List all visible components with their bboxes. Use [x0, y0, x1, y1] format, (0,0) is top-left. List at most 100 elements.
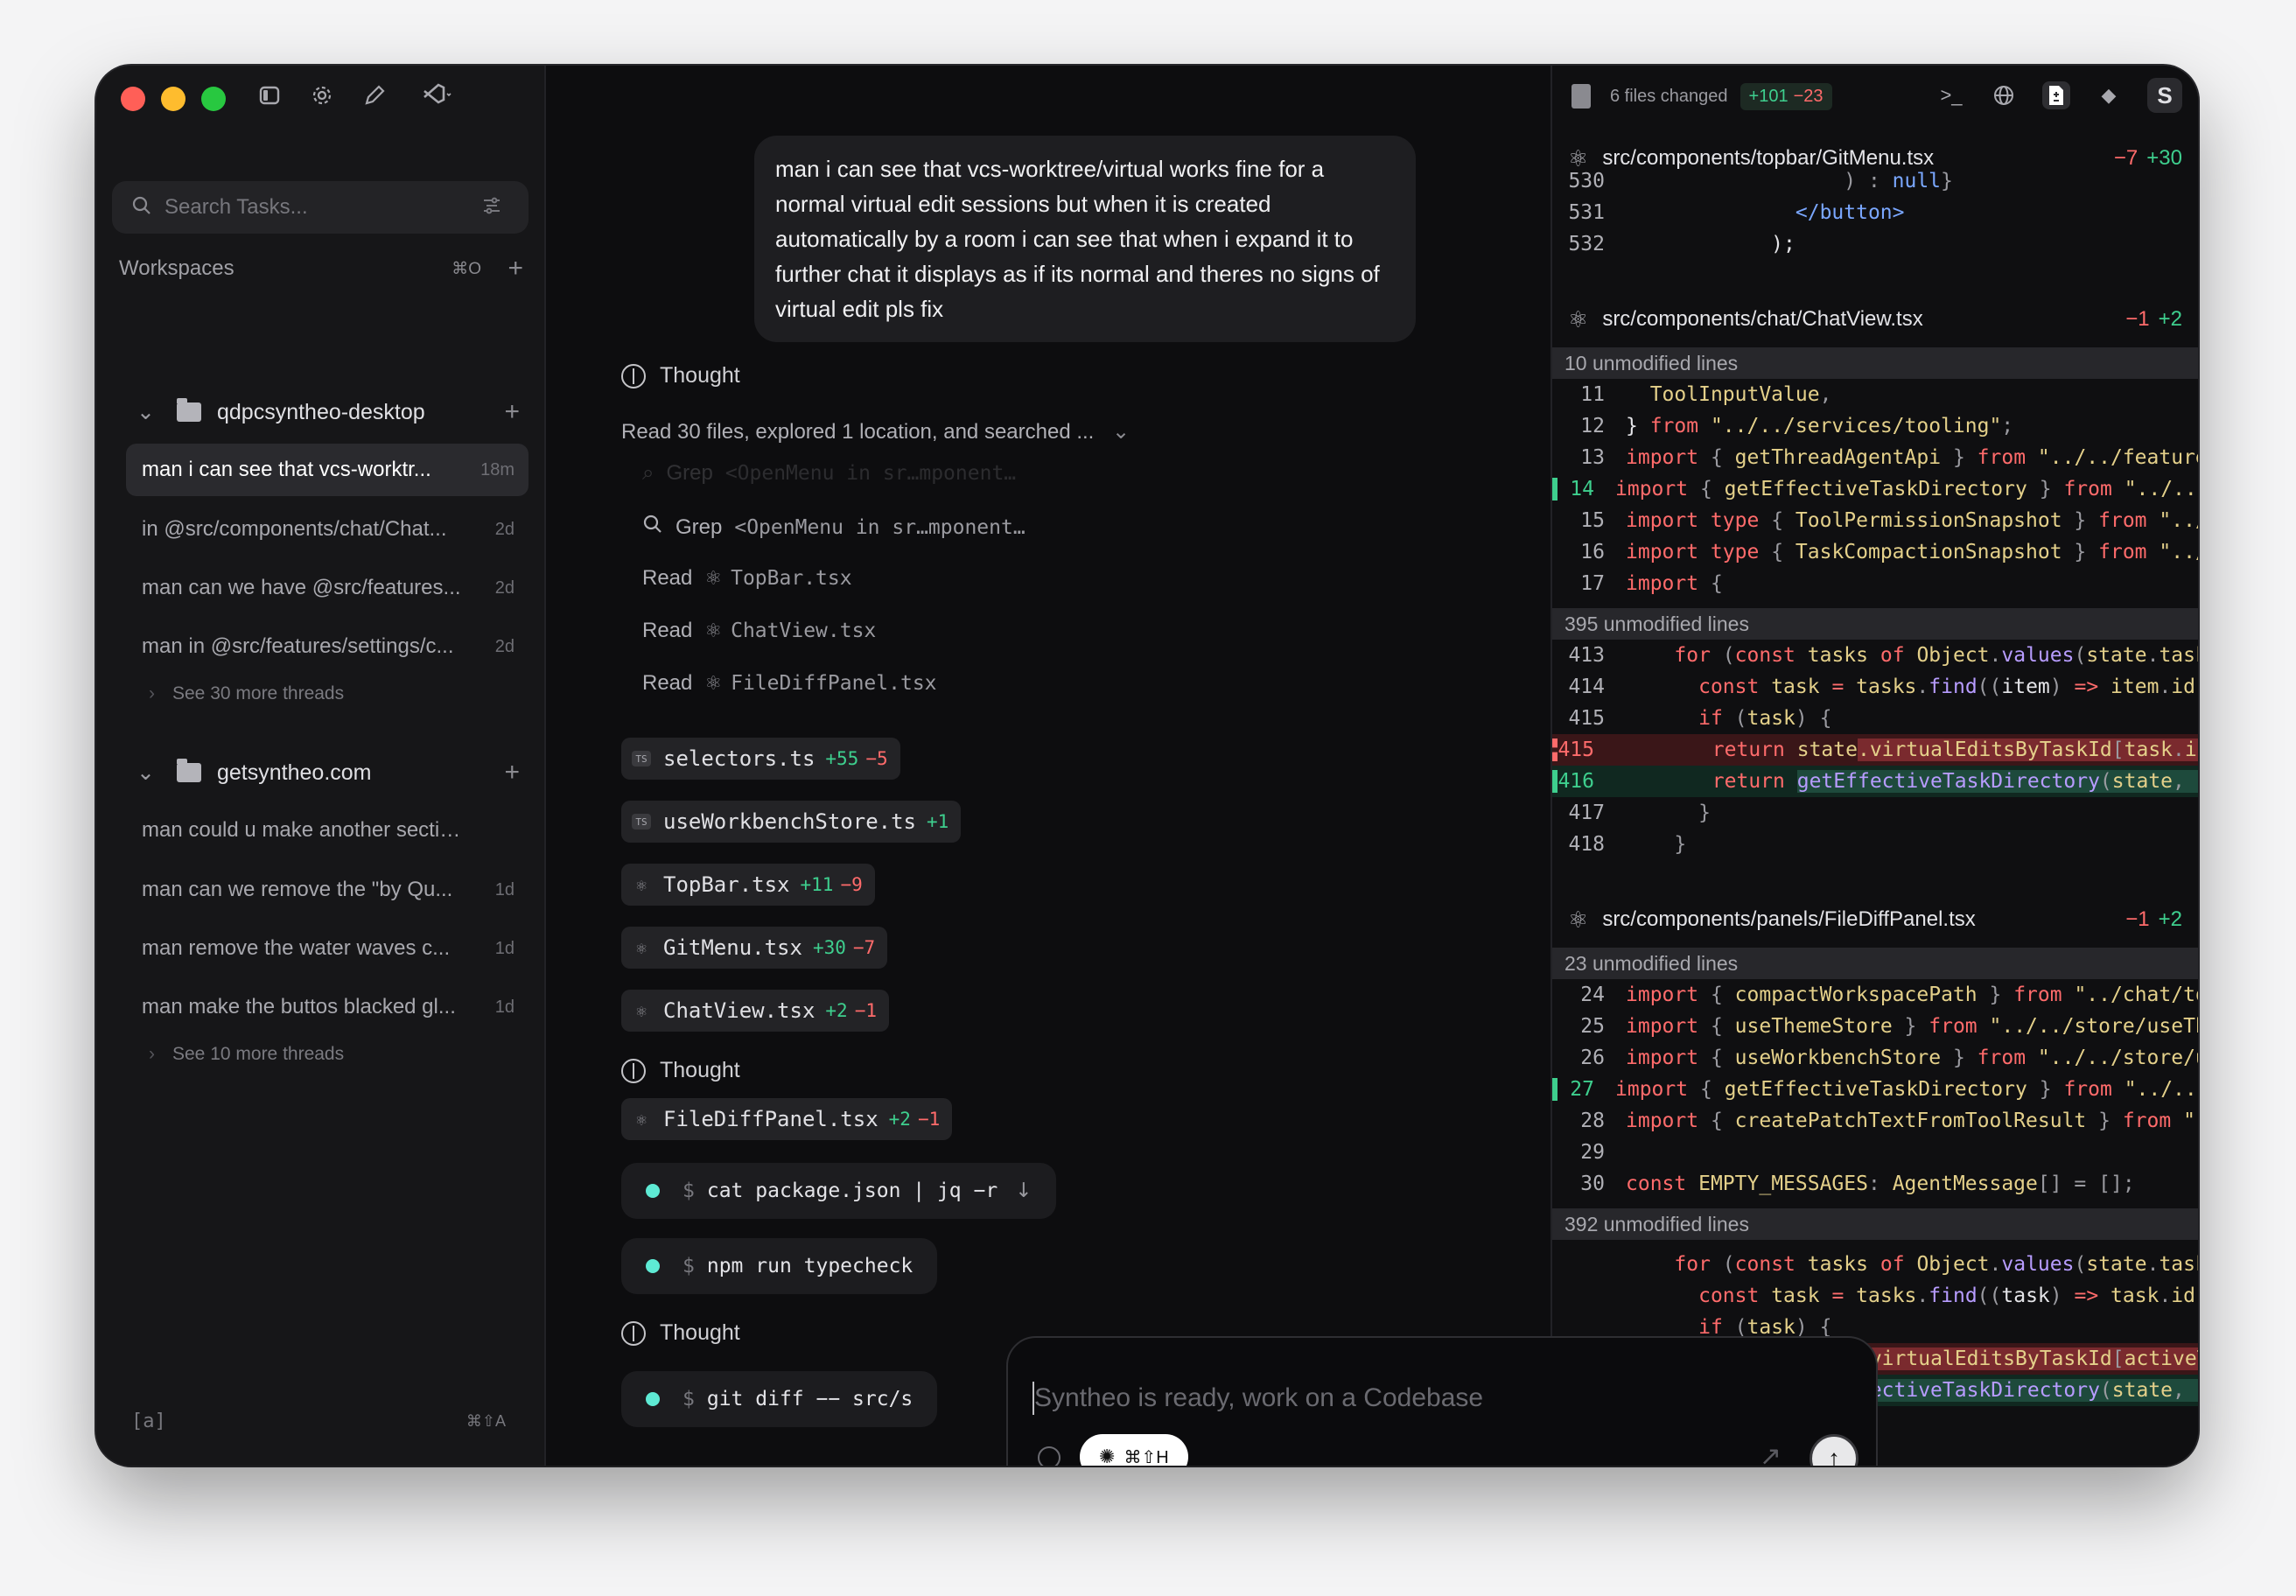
activity-summary[interactable]: Read 30 files, explored 1 location, and … — [621, 419, 1130, 444]
tools-icon[interactable]: ↗ — [1760, 1441, 1782, 1466]
thought-row[interactable]: Thought — [621, 363, 740, 388]
unmodified-lines-toggle[interactable]: 395 unmodified lines — [1552, 608, 2198, 640]
see-more-threads-link[interactable]: › See 30 more threads — [149, 683, 344, 704]
minimize-window-button[interactable] — [161, 87, 186, 111]
file-chip[interactable]: ⚛ TopBar.tsx +11 −9 — [621, 864, 875, 906]
unmodified-lines-toggle[interactable]: 10 unmodified lines — [1552, 347, 2198, 379]
globe-icon[interactable] — [1990, 81, 2018, 109]
send-button[interactable]: ↑ — [1810, 1434, 1858, 1466]
code-text: import { getEffectiveTaskDirectory } fro… — [1615, 1078, 2198, 1101]
filter-icon[interactable] — [481, 195, 502, 220]
thought-row[interactable]: Thought — [621, 1320, 740, 1346]
tool-call[interactable]: Read ⚛ ChatView.tsx — [642, 619, 876, 643]
see-more-label: See 10 more threads — [172, 1044, 345, 1064]
thread-item[interactable]: man make the buttos blacked gl... 1d — [126, 981, 528, 1033]
add-workspace-button[interactable]: + — [508, 256, 523, 282]
git-icon[interactable]: ◆ — [2095, 81, 2123, 109]
composer-input[interactable]: Syntheo is ready, work on a Codebase — [1034, 1383, 1483, 1413]
tool-arg: ChatView.tsx — [731, 620, 877, 642]
react-icon: ⚛ — [1568, 305, 1589, 332]
line-number: 14 — [1552, 478, 1605, 500]
file-chip[interactable]: ⚛ GitMenu.tsx +30 −7 — [621, 927, 888, 969]
message-composer[interactable]: Syntheo is ready, work on a Codebase ✺ ⌘… — [1006, 1336, 1878, 1466]
code-text: import { getThreadAgentApi } from "../..… — [1626, 446, 2198, 469]
pill-label: ⌘⇧H — [1124, 1447, 1169, 1466]
vscode-icon[interactable] — [413, 81, 460, 109]
file-chip[interactable]: ⚛ FileDiffPanel.tsx +2 −1 — [621, 1098, 953, 1140]
diff-file-header[interactable]: ⚛ src/components/panels/FileDiffPanel.ts… — [1552, 895, 2198, 944]
workspace-group[interactable]: ⌄ getsyntheo.com + — [96, 746, 544, 799]
code-line: 415 if (task) { — [1552, 703, 2198, 734]
line-number: 416 — [1552, 770, 1605, 793]
diff-file-icon[interactable] — [2042, 81, 2070, 109]
file-diff-stat: −1 +2 — [2125, 307, 2182, 332]
line-number: 417 — [1568, 802, 1605, 824]
code-line: 413 for (const tasks of Object.values(st… — [1552, 640, 2198, 671]
thread-item[interactable]: man could u make another sectio... — [126, 804, 528, 857]
code-line: for (const tasks of Object.values(state.… — [1552, 1249, 2198, 1280]
thread-title: man in @src/features/settings/c... — [142, 634, 454, 658]
close-window-button[interactable] — [121, 87, 145, 111]
tool-call[interactable]: Read ⚛ TopBar.tsx — [642, 566, 852, 591]
workspace-group[interactable]: ⌄ qdpcsyntheo-desktop + — [96, 386, 544, 438]
file-chip[interactable]: TS selectors.ts +55 −5 — [621, 738, 900, 780]
code-text: for (const tasks of Object.values(state.… — [1674, 1253, 2198, 1276]
terminal-icon[interactable]: >_ — [1937, 81, 1965, 109]
unmodified-lines-toggle[interactable]: 392 unmodified lines — [1552, 1208, 2198, 1240]
file-name: selectors.ts — [663, 746, 816, 771]
thread-item[interactable]: man in @src/features/settings/c... 2d — [126, 620, 528, 673]
thread-item[interactable]: man can we have @src/features... 2d — [126, 562, 528, 614]
react-icon: ⚛ — [704, 672, 723, 694]
thought-row[interactable]: Thought — [621, 1058, 740, 1083]
thread-age: 2d — [494, 519, 514, 539]
diff-file-header[interactable]: ⚛ src/components/chat/ChatView.tsx −1 +2 — [1552, 295, 2198, 344]
model-shortcut-pill[interactable]: ✺ ⌘⇧H — [1080, 1434, 1188, 1466]
zoom-window-button[interactable] — [201, 87, 226, 111]
code-line-added: 27 import { getEffectiveTaskDirectory } f… — [1552, 1074, 2198, 1105]
code-text: import type { ToolPermissionSnapshot } f… — [1626, 509, 2198, 532]
tool-kind: Read — [642, 671, 693, 695]
lines-removed: −7 — [852, 937, 876, 958]
total-lines-removed: −23 — [1793, 86, 1824, 106]
file-chip[interactable]: TS useWorkbenchStore.ts +1 — [621, 801, 962, 843]
tool-call: ⌕ Grep <OpenMenu in sr…mponent… — [642, 461, 1016, 486]
sidebar-toggle-icon[interactable] — [256, 81, 284, 109]
add-thread-button[interactable]: + — [504, 397, 520, 427]
line-number: 26 — [1580, 1046, 1605, 1069]
see-more-threads-link[interactable]: › See 10 more threads — [149, 1044, 344, 1065]
thread-item[interactable]: man can we remove the "by Qu... 1d — [126, 864, 528, 916]
tool-call[interactable]: Read ⚛ FileDiffPanel.tsx — [642, 671, 937, 696]
react-icon: ⚛ — [1568, 906, 1589, 933]
thread-age: 2d — [494, 578, 514, 598]
gear-icon[interactable] — [308, 81, 336, 109]
add-thread-button[interactable]: + — [504, 758, 520, 788]
lines-removed: −9 — [840, 874, 863, 895]
thread-item[interactable]: man remove the water waves c... 1d — [126, 922, 528, 975]
search-icon: ⌕ — [642, 461, 654, 485]
thread-item[interactable]: in @src/components/chat/Chat... 2d — [126, 503, 528, 556]
thread-title: man make the buttos blacked gl... — [142, 995, 456, 1018]
search-input[interactable]: Search Tasks... — [112, 181, 528, 234]
thread-item[interactable]: man i can see that vcs-worktr... 18m — [126, 444, 528, 496]
arrow-down-icon[interactable]: ↓ — [1015, 1180, 1032, 1202]
lines-added: +11 — [800, 874, 834, 895]
pencil-icon[interactable] — [360, 81, 388, 109]
code-text: import type { TaskCompactionSnapshot } f… — [1626, 541, 2198, 564]
unmodified-lines-toggle[interactable]: 23 unmodified lines — [1552, 948, 2198, 979]
code-line: 12} from "../../services/tooling"; — [1552, 410, 2198, 442]
code-line: 532 ); — [1552, 228, 2198, 260]
code-line: 30 const EMPTY_MESSAGES: AgentMessage[] =… — [1552, 1168, 2198, 1200]
prompt-symbol: $ — [682, 1180, 695, 1202]
code-line: 16 import type { TaskCompactionSnapshot }… — [1552, 536, 2198, 568]
app-logo-icon[interactable]: S — [2147, 78, 2182, 113]
diff-panel: 6 files changed +101 −23 >_ ◆ S ⚛ src/com… — [1550, 66, 2198, 1466]
emoji-icon[interactable] — [1038, 1446, 1060, 1466]
line-number: 24 — [1580, 984, 1605, 1006]
prompt-symbol: $ — [682, 1255, 695, 1278]
file-chip[interactable]: ⚛ ChatView.tsx +2 −1 — [621, 990, 889, 1032]
command-row[interactable]: $ git diff −− src/s — [621, 1371, 938, 1427]
tool-call[interactable]: Grep <OpenMenu in sr…mponent… — [642, 514, 1026, 541]
command-row[interactable]: $ cat package.json | jq −r ↓ — [621, 1163, 1057, 1219]
command-row[interactable]: $ npm run typecheck — [621, 1238, 938, 1294]
total-lines-added: +101 — [1748, 86, 1788, 106]
